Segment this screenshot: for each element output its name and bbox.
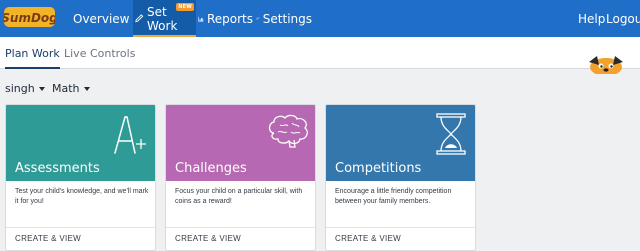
challenges-card[interactable]: Challenges Focus your child on a particu… bbox=[165, 104, 316, 251]
card-divider bbox=[6, 227, 155, 228]
brain-icon bbox=[268, 114, 308, 148]
top-nav-bar: SumDog Overview Set Work NEW Reports Set… bbox=[0, 0, 640, 37]
nav-settings[interactable]: Settings bbox=[256, 0, 312, 37]
svg-text:SumDog: SumDog bbox=[4, 11, 55, 25]
competitions-card[interactable]: Competitions Encourage a little friendly… bbox=[325, 104, 476, 251]
assessments-card-title: Assessments bbox=[15, 161, 100, 176]
gears-icon bbox=[256, 17, 260, 20]
nav-help[interactable]: Help bbox=[578, 0, 605, 37]
pencil-icon bbox=[135, 14, 144, 23]
competitions-create-view-link[interactable]: CREATE & VIEW bbox=[335, 234, 401, 243]
assessments-create-view-link[interactable]: CREATE & VIEW bbox=[15, 234, 81, 243]
assessments-card[interactable]: Assessments Test your child's knowledge,… bbox=[5, 104, 156, 251]
challenges-card-description: Focus your child on a particular skill, … bbox=[175, 188, 303, 205]
nav-settings-label: Settings bbox=[262, 11, 312, 26]
challenges-card-title: Challenges bbox=[175, 161, 247, 176]
nav-reports[interactable]: Reports bbox=[198, 0, 253, 37]
tab-live-controls-label: Live Controls bbox=[64, 46, 136, 60]
subject-dropdown[interactable]: Math bbox=[52, 82, 90, 95]
tab-live-controls[interactable]: Live Controls bbox=[64, 37, 135, 69]
bar-chart-icon bbox=[198, 16, 204, 21]
chevron-down-icon bbox=[38, 86, 45, 91]
card-divider bbox=[326, 227, 475, 228]
subject-dropdown-value: Math bbox=[52, 82, 80, 95]
student-dropdown[interactable]: singh bbox=[5, 82, 45, 95]
sumdog-logo[interactable]: SumDog bbox=[4, 5, 55, 29]
hourglass-icon bbox=[436, 113, 466, 155]
chevron-down-icon bbox=[83, 86, 90, 91]
nav-overview-label: Overview bbox=[73, 11, 130, 26]
tab-plan-work[interactable]: Plan Work bbox=[5, 37, 60, 69]
card-divider bbox=[166, 227, 315, 228]
a-plus-icon bbox=[114, 116, 146, 154]
nav-logout-label: Logout bbox=[606, 11, 640, 26]
tab-plan-work-label: Plan Work bbox=[5, 46, 60, 60]
nav-overview[interactable]: Overview bbox=[70, 0, 130, 37]
nav-reports-label: Reports bbox=[206, 11, 253, 26]
challenges-create-view-link[interactable]: CREATE & VIEW bbox=[175, 234, 241, 243]
nav-logout[interactable]: Logout bbox=[606, 0, 640, 37]
sub-nav-bar: Plan Work Live Controls bbox=[0, 37, 640, 69]
nav-set-work[interactable]: Set Work NEW bbox=[133, 0, 196, 37]
competitions-card-description: Encourage a little friendly competition … bbox=[335, 188, 452, 205]
nav-help-label: Help bbox=[578, 11, 606, 26]
assessments-card-description: Test your child's knowledge, and we'll m… bbox=[15, 188, 149, 205]
new-badge: NEW bbox=[176, 3, 194, 11]
student-dropdown-value: singh bbox=[5, 82, 35, 95]
dog-mascot-icon bbox=[589, 56, 623, 74]
competitions-card-title: Competitions bbox=[335, 161, 422, 176]
